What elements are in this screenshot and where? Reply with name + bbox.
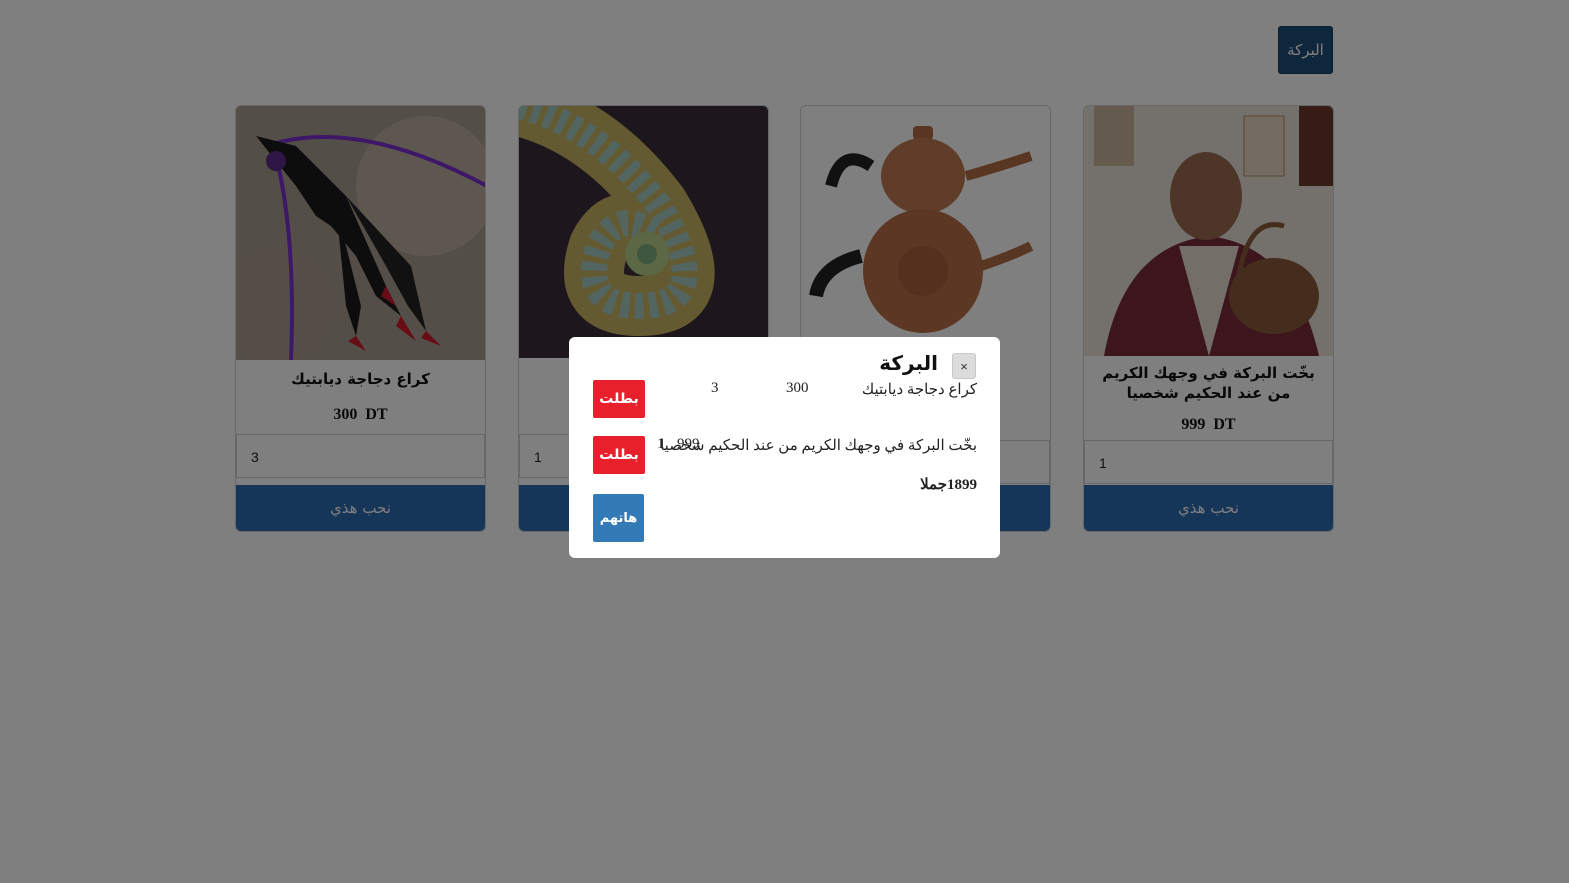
order-call-button[interactable]: هاتهم bbox=[593, 494, 644, 542]
cart-item-name: كراع دجاجة ديابتيك bbox=[861, 382, 977, 398]
cancel-item-button[interactable]: بطلت bbox=[593, 380, 645, 418]
cart-item-name: بخّت البركة في وجهك الكريم من عند الحكيم… bbox=[660, 438, 977, 454]
cancel-item-button[interactable]: بطلت bbox=[593, 436, 645, 474]
cart-item-price: 999 bbox=[677, 436, 700, 452]
cart-modal: البركة × كراع دجاجة ديابتيك 300 3 بطلت ب… bbox=[569, 337, 1000, 558]
cart-total: 1899جملا bbox=[920, 477, 977, 493]
close-icon[interactable]: × bbox=[952, 353, 976, 379]
cart-item-qty: 1 bbox=[657, 436, 665, 452]
modal-title: البركة bbox=[879, 351, 938, 375]
cart-item-price: 300 bbox=[786, 380, 809, 396]
cart-item-qty: 3 bbox=[711, 380, 719, 396]
